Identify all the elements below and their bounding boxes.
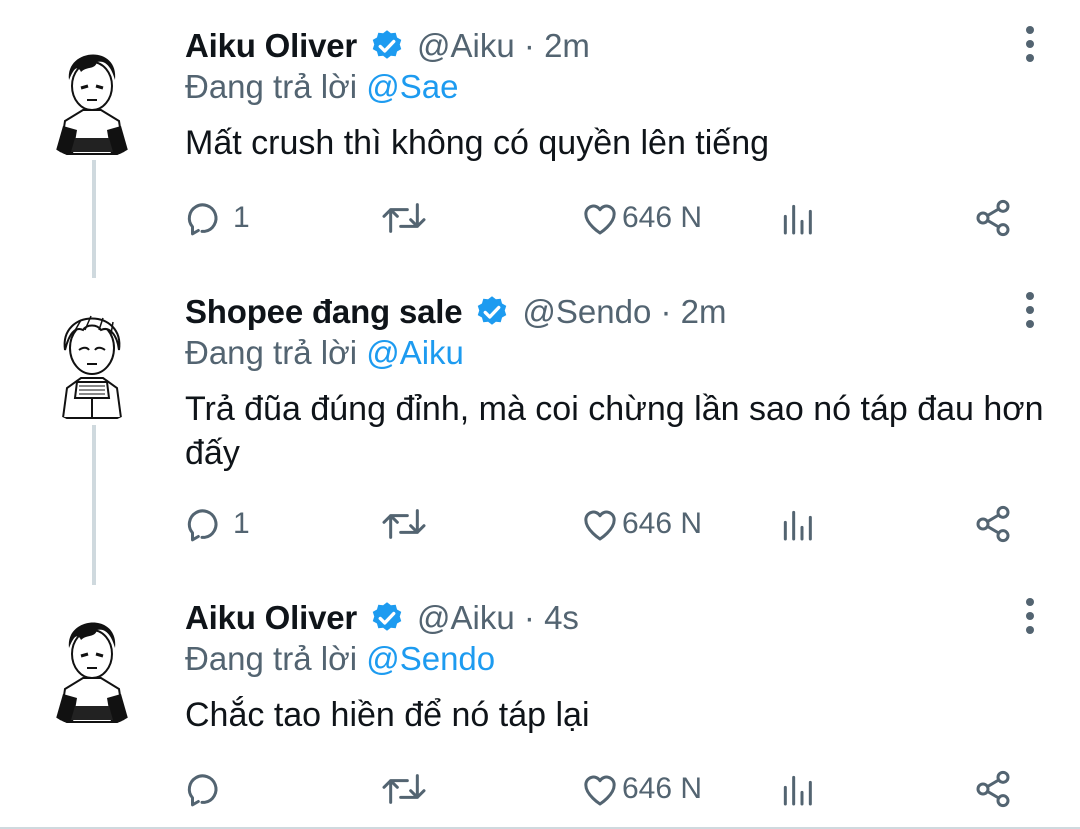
like-button[interactable]: 646 N	[580, 193, 702, 243]
tweet-text: Mất crush thì không có quyền lên tiếng	[185, 124, 770, 162]
reply-prefix: Đang trả lời	[185, 68, 358, 105]
heart-icon	[584, 510, 616, 541]
like-count: 646 N	[622, 507, 703, 540]
like-button[interactable]: 646 N	[580, 499, 702, 549]
light-hair-anime-avatar-icon	[61, 315, 123, 419]
heart-icon	[584, 775, 616, 806]
reply-button[interactable]: 1	[185, 499, 250, 549]
reply-context: Đang trả lời @Sae	[185, 68, 458, 106]
separator-dot: ·	[651, 293, 681, 330]
share-button[interactable]	[973, 499, 1013, 549]
tweet[interactable]: Shopee đang sale @Sendo · 2m Đang trả lờ…	[0, 266, 1080, 576]
author-name[interactable]: Shopee đang sale	[185, 293, 463, 331]
more-options-icon[interactable]	[1020, 598, 1040, 634]
reply-context: Đang trả lời @Aiku	[185, 334, 464, 372]
verified-badge-icon	[372, 602, 402, 631]
analytics-button[interactable]	[777, 764, 817, 814]
author-handle[interactable]: @Aiku	[417, 27, 515, 65]
timestamp[interactable]: 2m	[544, 27, 590, 65]
like-count: 646 N	[622, 201, 703, 234]
reply-button[interactable]	[185, 764, 233, 814]
analytics-icon	[783, 510, 812, 541]
tweet-text: Trả đũa đúng đỉnh, mà coi chừng lần sao …	[185, 390, 1044, 472]
mention-link[interactable]: @Sendo	[366, 640, 495, 677]
share-button[interactable]	[973, 193, 1013, 243]
verified-badge-icon	[478, 296, 507, 325]
reply-prefix: Đang trả lời	[185, 640, 358, 677]
share-icon	[976, 505, 1010, 543]
action-bar: 1 646 N	[185, 499, 1025, 549]
reply-icon	[187, 203, 218, 236]
verified-badge-icon	[372, 30, 402, 59]
separator-dot: ·	[514, 599, 545, 636]
heart-icon	[584, 204, 616, 235]
timestamp[interactable]: 2m	[681, 293, 727, 331]
avatar[interactable]	[25, 26, 159, 160]
author-name[interactable]: Aiku Oliver	[185, 27, 357, 65]
like-count: 646 N	[622, 772, 703, 805]
author-handle[interactable]: @Aiku	[417, 599, 515, 637]
mention-link[interactable]: @Sae	[366, 68, 458, 105]
more-options-icon[interactable]	[1020, 26, 1040, 62]
more-options-icon[interactable]	[1020, 292, 1040, 328]
avatar[interactable]	[25, 290, 159, 424]
author-name[interactable]: Aiku Oliver	[185, 599, 357, 637]
reply-count: 1	[233, 201, 250, 234]
tweet-text: Chắc tao hiền để nó táp lại	[185, 696, 590, 734]
dark-hair-anime-avatar-icon	[55, 54, 129, 155]
reply-icon	[187, 774, 218, 807]
share-icon	[976, 199, 1010, 237]
analytics-icon	[783, 775, 812, 806]
share-icon	[976, 770, 1010, 808]
analytics-icon	[783, 204, 812, 235]
reply-context: Đang trả lời @Sendo	[185, 640, 495, 678]
mention-link[interactable]: @Aiku	[366, 334, 464, 371]
share-button[interactable]	[973, 764, 1013, 814]
reply-icon	[187, 509, 218, 542]
retweet-icon	[382, 203, 426, 233]
reply-prefix: Đang trả lời	[185, 334, 358, 371]
retweet-button[interactable]	[380, 764, 428, 814]
analytics-button[interactable]	[777, 193, 817, 243]
retweet-icon	[382, 509, 426, 539]
analytics-button[interactable]	[777, 499, 817, 549]
retweet-icon	[382, 774, 426, 804]
reply-count: 1	[233, 507, 250, 540]
dark-hair-anime-avatar-icon	[55, 622, 129, 723]
tweet[interactable]: Aiku Oliver @Aiku · 2m Đang trả lời @Sae…	[0, 0, 1080, 270]
reply-button[interactable]: 1	[185, 193, 250, 243]
tweet[interactable]: Aiku Oliver @Aiku · 4s Đang trả lời @Sen…	[0, 572, 1080, 829]
action-bar: 1 646 N	[185, 193, 1025, 243]
action-bar: 646 N	[185, 764, 1025, 814]
author-handle[interactable]: @Sendo	[522, 293, 651, 331]
timestamp[interactable]: 4s	[544, 599, 579, 637]
separator-dot: ·	[514, 27, 545, 64]
avatar[interactable]	[25, 594, 159, 728]
retweet-button[interactable]	[380, 499, 428, 549]
like-button[interactable]: 646 N	[580, 764, 702, 814]
retweet-button[interactable]	[380, 193, 428, 243]
